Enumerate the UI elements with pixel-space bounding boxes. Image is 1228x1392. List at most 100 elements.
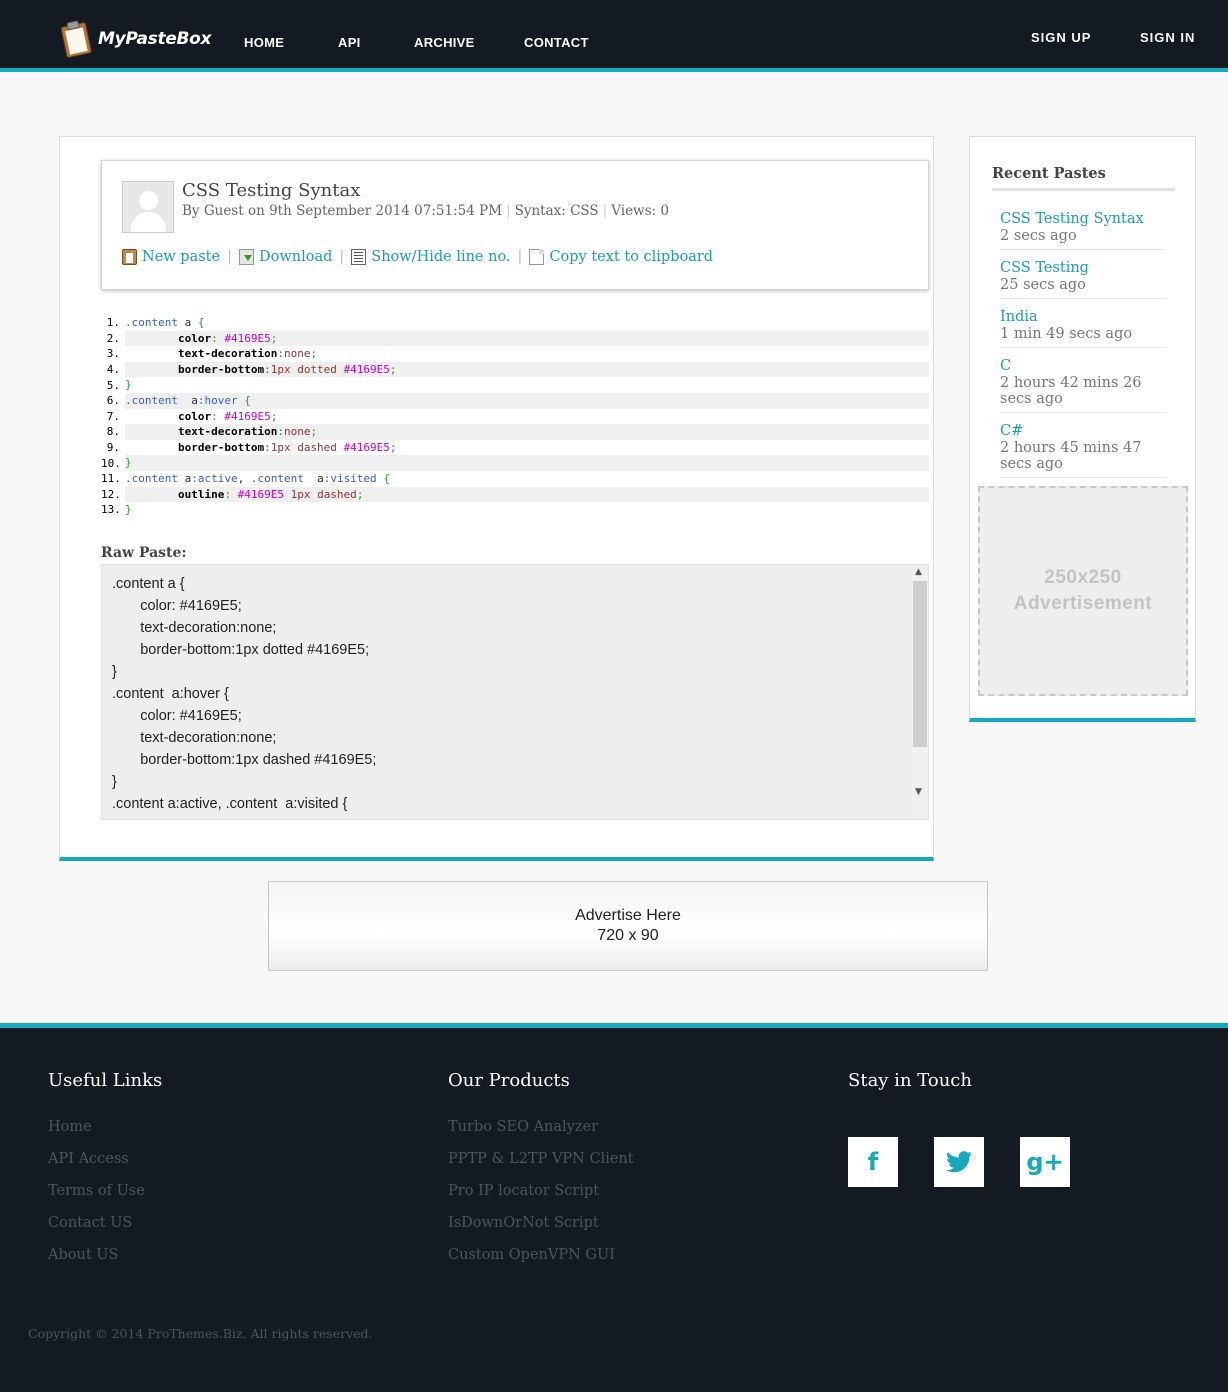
ad-250x250[interactable]: 250x250 Advertisement [978, 486, 1188, 696]
line-number: 11. [101, 472, 121, 486]
twitter-button[interactable] [934, 1137, 984, 1187]
code-text: text-decoration:none; [177, 347, 318, 361]
products-column: Our Products Turbo SEO Analyzer PPTP & L… [448, 1070, 634, 1271]
stay-in-touch-title: Stay in Touch [848, 1070, 972, 1091]
nav-archive[interactable]: ARCHIVE [414, 35, 475, 50]
code-line: 10.} [101, 455, 929, 471]
product-link[interactable]: IsDownOrNot Script [448, 1207, 634, 1239]
brand-logo[interactable]: MyPasteBox [60, 20, 212, 59]
facebook-button[interactable]: f [848, 1137, 898, 1187]
recent-paste-time: 2 hours 42 mins 26 secs ago [1000, 375, 1142, 407]
code-text: outline: #4169E5 1px dashed; [125, 486, 929, 503]
raw-paste-label: Raw Paste: [101, 545, 187, 561]
recent-paste-time: 1 min 49 secs ago [1000, 326, 1133, 342]
code-line: 3. text-decoration:none; [101, 346, 929, 362]
download-icon [238, 249, 254, 265]
ad-banner-title: Advertise Here [575, 907, 681, 924]
products-title: Our Products [448, 1070, 570, 1091]
line-number: 8. [106, 425, 120, 439]
brand-name: MyPasteBox [98, 29, 212, 49]
list-item: CSS Testing Syntax 2 secs ago [1000, 207, 1166, 250]
twitter-icon [946, 1151, 972, 1173]
code-block: 1. .content a {2. color: #4169E5; 3. text-… [101, 315, 929, 518]
stay-in-touch-column: Stay in Touch [848, 1070, 972, 1111]
footer-link-terms[interactable]: Terms of Use [48, 1175, 162, 1207]
footer-link-api-access[interactable]: API Access [48, 1143, 162, 1175]
download-link[interactable]: Download [238, 249, 332, 265]
line-number: 5. [106, 378, 120, 392]
product-link[interactable]: PPTP & L2TP VPN Client [448, 1143, 634, 1175]
list-item: CSS Testing 25 secs ago [1000, 256, 1166, 299]
facebook-icon: f [867, 1148, 879, 1176]
code-text: } [125, 503, 132, 517]
footer-link-contact[interactable]: Contact US [48, 1207, 162, 1239]
google-plus-button[interactable]: g+ [1020, 1137, 1070, 1187]
code-text: color: #4169E5; [125, 330, 929, 347]
line-number: 7. [106, 409, 120, 423]
list-item: C# 2 hours 45 mins 47 secs ago [1000, 419, 1166, 478]
recent-pastes-sidebar: Recent Pastes CSS Testing Syntax 2 secs … [969, 136, 1196, 722]
code-line: 9. border-bottom:1px dashed #4169E5; [101, 440, 929, 456]
code-line: 2. color: #4169E5; [101, 330, 929, 347]
product-link[interactable]: Pro IP locator Script [448, 1175, 634, 1207]
product-link[interactable]: Custom OpenVPN GUI [448, 1239, 634, 1271]
paste-title: CSS Testing Syntax [182, 180, 361, 201]
recent-paste-link[interactable]: CSS Testing Syntax [1000, 211, 1144, 227]
header-bar: MyPasteBox HOME API ARCHIVE CONTACT SIGN… [0, 0, 1228, 68]
code-text: } [125, 378, 132, 392]
line-number: 4. [106, 363, 120, 377]
product-link[interactable]: Turbo SEO Analyzer [448, 1111, 634, 1143]
header-accent-line [0, 68, 1228, 72]
copyright: Copyright © 2014 ProThemes.Biz. All righ… [28, 1326, 373, 1341]
recent-paste-link[interactable]: C [1000, 358, 1011, 374]
scroll-thumb[interactable] [913, 581, 927, 747]
paste-meta: By Guest on 9th September 2014 07:51:54 … [182, 203, 669, 219]
scroll-up-icon[interactable]: ▲ [915, 567, 922, 577]
raw-paste-textarea[interactable]: .content a { color: #4169E5; text-decora… [101, 564, 929, 820]
paste-actions: New paste | Download | Show/Hide line no… [122, 249, 713, 265]
nav-api[interactable]: API [338, 35, 361, 50]
paste-syntax: Syntax: CSS [514, 203, 599, 219]
nav-home[interactable]: HOME [244, 35, 284, 50]
code-text: .content a { [125, 316, 205, 329]
scroll-down-icon[interactable]: ▼ [915, 787, 922, 797]
sign-up-link[interactable]: SIGN UP [1031, 30, 1091, 45]
raw-paste-scrollbar[interactable]: ▲ ▼ [912, 565, 928, 819]
paste-header: CSS Testing Syntax By Guest on 9th Septe… [101, 160, 929, 290]
code-text: border-bottom:1px dashed #4169E5; [177, 440, 397, 454]
useful-links-title: Useful Links [48, 1070, 163, 1091]
recent-paste-link[interactable]: C# [1000, 423, 1023, 439]
toggle-line-numbers-link[interactable]: Show/Hide line no. [351, 249, 511, 265]
code-line: 1. .content a { [101, 315, 929, 331]
code-text: } [125, 455, 929, 471]
footer-link-about[interactable]: About US [48, 1239, 162, 1271]
code-text: border-bottom:1px dotted #4169E5; [125, 361, 929, 378]
new-paste-link[interactable]: New paste [122, 249, 220, 265]
line-number: 13. [101, 503, 121, 517]
ad-banner-size: 720 x 90 [597, 927, 659, 944]
line-number: 9. [106, 441, 120, 455]
new-paste-label: New paste [142, 249, 221, 265]
avatar [122, 181, 174, 233]
paste-author: By Guest on 9th September 2014 07:51:54 … [182, 203, 503, 219]
clipboard-icon [56, 17, 95, 61]
code-text: color: #4169E5; [177, 409, 278, 423]
sign-in-link[interactable]: SIGN IN [1140, 30, 1195, 45]
code-text: .content a:hover { [125, 392, 929, 409]
code-line: 11. .content a:active, .content a:visited… [101, 471, 929, 487]
paste-panel: CSS Testing Syntax By Guest on 9th Septe… [59, 136, 934, 861]
google-plus-icon: g+ [1026, 1148, 1064, 1176]
ad-banner-720x90[interactable]: Advertise Here 720 x 90 [268, 881, 988, 971]
footer-link-home[interactable]: Home [48, 1111, 162, 1143]
recent-paste-time: 2 secs ago [1000, 228, 1077, 244]
line-number: 2. [106, 331, 120, 345]
code-text: text-decoration:none; [125, 424, 929, 440]
code-line: 6. .content a:hover { [101, 392, 929, 409]
ad-size-label: 250x250 [1044, 567, 1122, 588]
code-line: 8. text-decoration:none; [101, 424, 929, 440]
copy-clipboard-link[interactable]: Copy text to clipboard [529, 249, 713, 265]
recent-paste-link[interactable]: CSS Testing [1000, 260, 1089, 276]
recent-paste-link[interactable]: India [1000, 309, 1038, 325]
useful-links-column: Useful Links Home API Access Terms of Us… [48, 1070, 162, 1271]
nav-contact[interactable]: CONTACT [524, 35, 589, 50]
